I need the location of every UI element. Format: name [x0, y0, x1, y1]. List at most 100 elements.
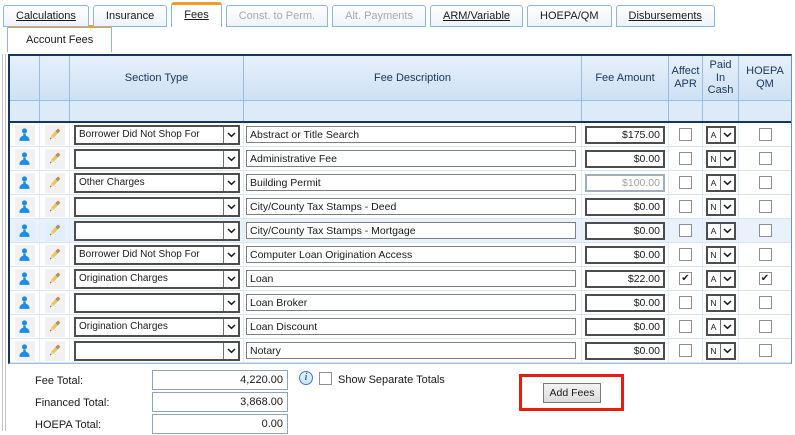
tab-account-fees[interactable]: Account Fees — [7, 25, 113, 52]
fee-amount-input[interactable]: $175.00 — [585, 125, 665, 144]
add-fees-button[interactable]: Add Fees — [543, 383, 601, 403]
fee-amount-input[interactable]: $0.00 — [585, 341, 665, 360]
paid-in-cash-select[interactable]: N — [705, 245, 736, 264]
affect-apr-checkbox[interactable] — [679, 248, 692, 261]
paid-in-cash-value: N — [710, 153, 717, 164]
edit-pencil-icon[interactable] — [44, 292, 65, 313]
affect-apr-checkbox[interactable] — [679, 128, 692, 141]
header-fee-description: Fee Description — [244, 56, 582, 100]
fee-description-value: Loan — [250, 272, 274, 285]
fee-amount-input[interactable]: $0.00 — [585, 317, 665, 336]
section-type-select[interactable]: Borrower Did Not Shop For — [74, 124, 240, 145]
fee-amount-input[interactable]: $0.00 — [585, 221, 665, 240]
fee-amount-value: $175.00 — [622, 128, 660, 141]
hoepa-qm-checkbox[interactable] — [758, 176, 772, 189]
chevron-down-icon — [223, 246, 238, 263]
tab-label: HOEPA/QM — [540, 10, 599, 22]
fee-amount-input[interactable]: $0.00 — [585, 149, 665, 168]
person-icon[interactable] — [14, 340, 35, 361]
fee-amount-input[interactable]: $0.00 — [585, 293, 665, 312]
affect-apr-checkbox[interactable] — [679, 344, 692, 357]
edit-pencil-icon[interactable] — [44, 268, 65, 289]
paid-in-cash-select[interactable]: A — [705, 125, 736, 144]
affect-apr-checkbox[interactable] — [679, 176, 692, 189]
affect-apr-checkbox[interactable] — [679, 152, 692, 165]
edit-pencil-icon[interactable] — [44, 196, 65, 217]
paid-in-cash-select[interactable]: A — [705, 317, 736, 336]
section-type-select[interactable] — [74, 292, 240, 313]
affect-apr-checkbox[interactable] — [679, 320, 692, 333]
section-type-select[interactable]: Other Charges — [74, 172, 240, 193]
section-type-select[interactable]: Borrower Did Not Shop For — [74, 244, 240, 265]
fee-amount-input[interactable]: $0.00 — [585, 197, 665, 216]
paid-in-cash-select[interactable]: N — [705, 341, 736, 360]
affect-apr-checkbox[interactable] — [679, 224, 692, 237]
person-icon-glyph — [19, 128, 30, 141]
affect-apr-checkbox[interactable]: ✔ — [679, 272, 692, 285]
fee-amount-value: $0.00 — [633, 320, 660, 333]
section-type-select[interactable] — [74, 340, 240, 361]
person-icon[interactable] — [14, 124, 35, 145]
fee-description-input[interactable]: City/County Tax Stamps - Mortgage — [246, 222, 576, 239]
edit-pencil-icon[interactable] — [44, 172, 65, 193]
hoepa-qm-checkbox[interactable] — [758, 200, 772, 213]
fee-amount-input[interactable]: $22.00 — [585, 269, 665, 288]
affect-apr-checkbox[interactable] — [679, 200, 692, 213]
affect-apr-checkbox[interactable] — [679, 296, 692, 309]
info-icon[interactable]: i — [299, 371, 313, 385]
fee-description-value: Computer Loan Origination Access — [250, 248, 413, 261]
hoepa-qm-checkbox[interactable]: ✔ — [758, 272, 772, 285]
section-type-select[interactable]: Origination Charges — [74, 316, 240, 337]
paid-in-cash-select[interactable]: A — [705, 269, 736, 288]
hoepa-qm-checkbox[interactable] — [758, 344, 772, 357]
edit-pencil-icon[interactable] — [44, 124, 65, 145]
fee-description-input[interactable]: City/County Tax Stamps - Deed — [246, 198, 576, 215]
person-icon[interactable] — [14, 316, 35, 337]
hoepa-qm-checkbox[interactable] — [758, 248, 772, 261]
fee-description-input[interactable]: Building Permit — [246, 174, 576, 191]
tab-hoepa-qm[interactable]: HOEPA/QM — [527, 5, 612, 27]
section-type-select[interactable] — [74, 196, 240, 217]
pencil-icon-glyph — [49, 248, 61, 260]
fee-description-input[interactable]: Loan — [246, 270, 576, 287]
person-icon[interactable] — [14, 148, 35, 169]
edit-pencil-icon[interactable] — [44, 340, 65, 361]
person-icon[interactable] — [14, 196, 35, 217]
fee-description-input[interactable]: Notary — [246, 342, 576, 359]
paid-in-cash-select[interactable]: A — [705, 221, 736, 240]
paid-in-cash-select[interactable]: N — [705, 293, 736, 312]
hoepa-qm-checkbox[interactable] — [758, 296, 772, 309]
fee-description-input[interactable]: Loan Broker — [246, 294, 576, 311]
hoepa-qm-checkbox[interactable] — [758, 128, 772, 141]
person-icon[interactable] — [14, 172, 35, 193]
tab-fees[interactable]: Fees — [171, 2, 222, 27]
fee-description-input[interactable]: Administrative Fee — [246, 150, 576, 167]
fee-description-input[interactable]: Abstract or Title Search — [246, 126, 576, 143]
fee-description-input[interactable]: Loan Discount — [246, 318, 576, 335]
person-icon[interactable] — [14, 244, 35, 265]
fee-row: City/County Tax Stamps - Deed $0.00 N — [10, 195, 791, 219]
person-icon[interactable] — [14, 220, 35, 241]
tab-insurance[interactable]: Insurance — [92, 5, 168, 27]
hoepa-qm-checkbox[interactable] — [758, 152, 772, 165]
hoepa-qm-checkbox[interactable] — [758, 320, 772, 333]
edit-pencil-icon[interactable] — [44, 316, 65, 337]
fee-amount-input[interactable]: $0.00 — [585, 245, 665, 264]
tab-calculations[interactable]: Calculations — [3, 5, 89, 27]
fee-description-input[interactable]: Computer Loan Origination Access — [246, 246, 576, 263]
show-separate-totals-checkbox[interactable] — [319, 372, 332, 385]
paid-in-cash-select[interactable]: N — [705, 149, 736, 168]
edit-pencil-icon[interactable] — [44, 244, 65, 265]
section-type-select[interactable] — [74, 148, 240, 169]
hoepa-qm-checkbox[interactable] — [758, 224, 772, 237]
tab-disbursements[interactable]: Disbursements — [615, 5, 715, 27]
tab-arm-variable[interactable]: ARM/Variable — [429, 5, 524, 27]
person-icon[interactable] — [14, 268, 35, 289]
person-icon[interactable] — [14, 292, 35, 313]
edit-pencil-icon[interactable] — [44, 220, 65, 241]
edit-pencil-icon[interactable] — [44, 148, 65, 169]
paid-in-cash-select[interactable]: A — [705, 173, 736, 192]
paid-in-cash-select[interactable]: N — [705, 197, 736, 216]
section-type-select[interactable]: Origination Charges — [74, 268, 240, 289]
section-type-select[interactable] — [74, 220, 240, 241]
